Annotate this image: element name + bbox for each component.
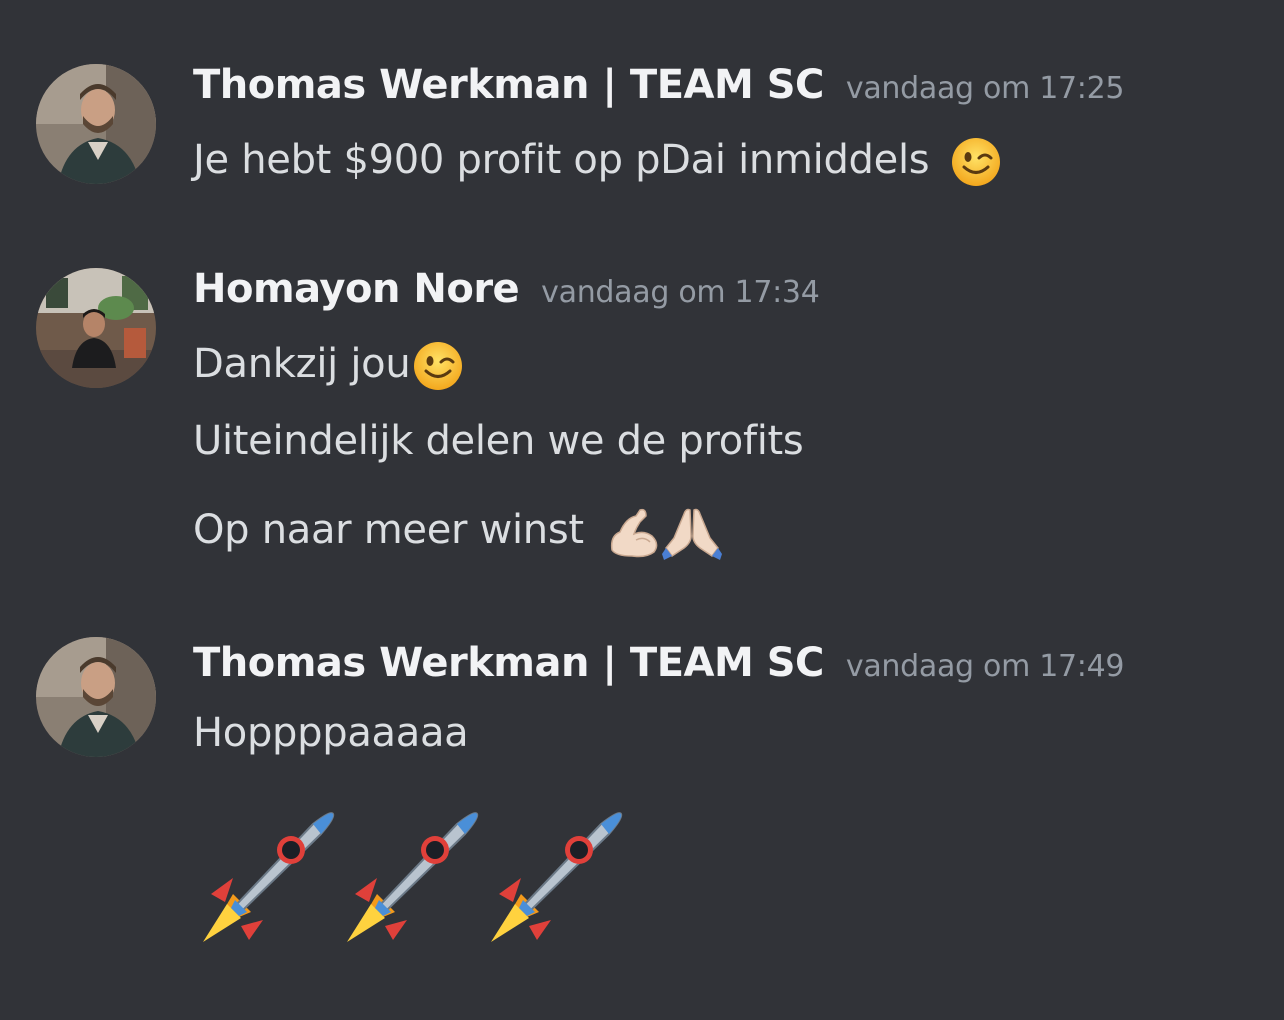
message-line: Je hebt $900 profit op pDai inmiddels: [193, 136, 1002, 188]
flexed-biceps-icon: [606, 506, 662, 558]
message-line: Dankzij jou: [193, 340, 464, 392]
rocket-icon: [193, 808, 337, 948]
message-text: Op naar meer winst: [193, 507, 584, 553]
username[interactable]: Thomas Werkman | TEAM SC: [193, 62, 824, 108]
timestamp[interactable]: vandaag om 17:25: [846, 71, 1125, 106]
folded-hands-icon: [662, 504, 723, 560]
message-line: Uiteindelijk delen we de profits: [193, 418, 804, 464]
message-text: Dankzij jou: [193, 341, 411, 387]
timestamp[interactable]: vandaag om 17:34: [541, 275, 820, 310]
rocket-icon: [337, 808, 481, 948]
message-text: Uiteindelijk delen we de profits: [193, 418, 804, 464]
avatar[interactable]: [36, 268, 156, 388]
rocket-icon: [481, 808, 625, 948]
winking-face-icon: [412, 340, 464, 392]
timestamp[interactable]: vandaag om 17:49: [846, 649, 1125, 684]
avatar[interactable]: [36, 64, 156, 184]
message-line: Op naar meer winst: [193, 504, 723, 560]
username[interactable]: Thomas Werkman | TEAM SC: [193, 640, 824, 686]
message-line: Hoppppaaaaa: [193, 710, 469, 756]
avatar[interactable]: [36, 637, 156, 757]
winking-face-icon: [950, 136, 1002, 188]
message-text: Je hebt $900 profit op pDai inmiddels: [193, 137, 930, 183]
message-text: Hoppppaaaaa: [193, 710, 469, 756]
username[interactable]: Homayon Nore: [193, 266, 520, 312]
chat-messages: Thomas Werkman | TEAM SC vandaag om 17:25…: [0, 0, 1284, 1020]
